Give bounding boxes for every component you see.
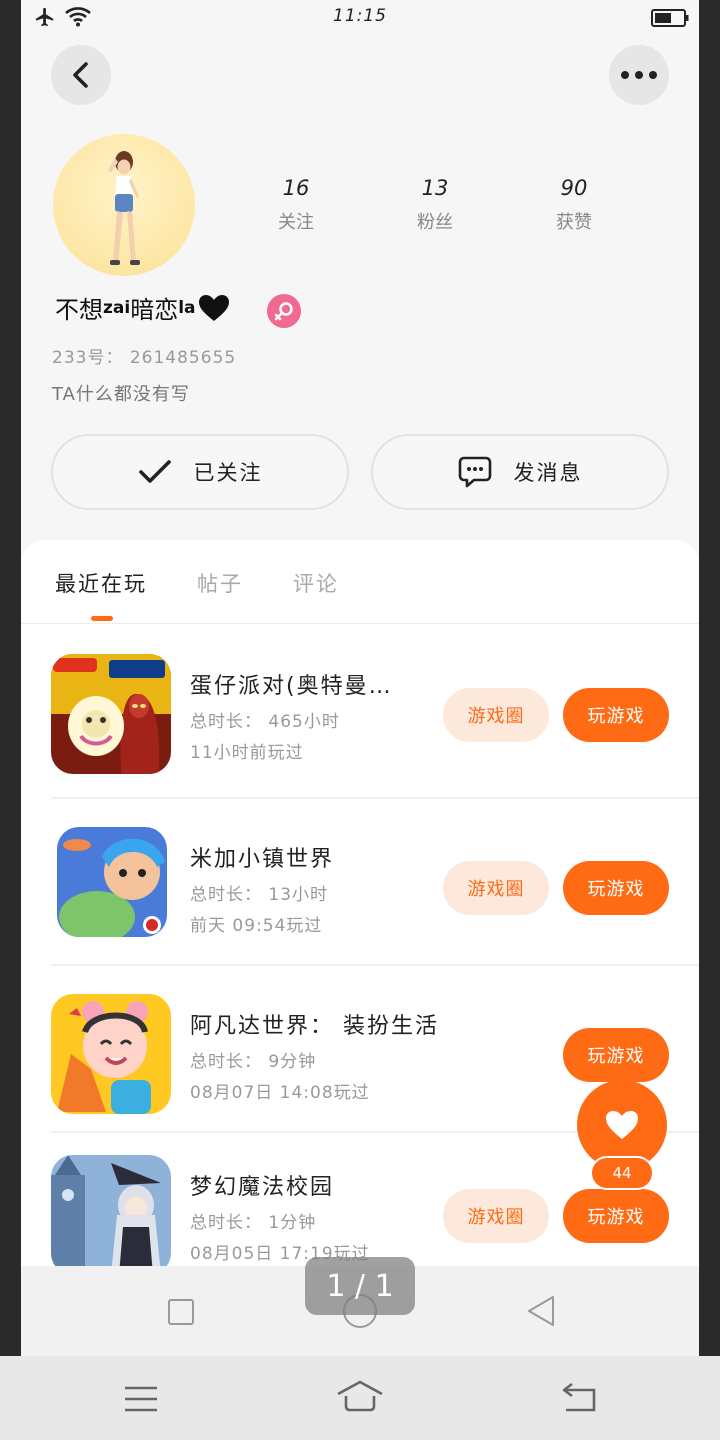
tab-indicator (91, 616, 113, 621)
stat-following-value: 16 (282, 176, 310, 200)
tab-bar: 最近在玩 帖子 评论 (55, 568, 339, 598)
female-icon (274, 302, 293, 321)
app-window: 11:15 16 关注 13 粉丝 90 获赞 不想 zai 暗恋 la 233… (21, 0, 699, 1356)
game-name: 米加小镇世界 (190, 847, 335, 872)
screen: 11:15 16 关注 13 粉丝 90 获赞 不想 zai 暗恋 la 233… (0, 0, 720, 1440)
avatar-world-art (51, 994, 171, 1114)
status-bar: 11:15 (21, 0, 699, 36)
game-duration: 总时长： 13小时 (190, 885, 329, 905)
stat-fans-label: 粉丝 (417, 212, 453, 233)
magic-school-art (51, 1155, 171, 1275)
game-name: 蛋仔派对(奥特曼… (190, 674, 393, 699)
play-game-button[interactable]: 玩游戏 (563, 1189, 669, 1243)
username: 不想 zai 暗恋 la (55, 290, 230, 325)
more-options-button[interactable] (609, 45, 669, 105)
game-name: 梦幻魔法校园 (190, 1175, 335, 1200)
game-icon-avatar-world (51, 994, 171, 1114)
battery-icon (651, 9, 689, 27)
triangle-nav-icon[interactable] (525, 1294, 557, 1328)
page-indicator: 1 / 1 (305, 1257, 415, 1315)
eggy-party-art (51, 654, 171, 774)
game-duration: 总时长： 9分钟 (190, 1052, 317, 1072)
battery-indicator (651, 9, 689, 31)
square-nav-icon[interactable] (167, 1298, 195, 1326)
game-row[interactable]: 米加小镇世界 总时长： 13小时 前天 09:54玩过 游戏圈 玩游戏 (51, 797, 699, 964)
game-last-played: 08月07日 14:08玩过 (190, 1083, 370, 1103)
back-button[interactable] (51, 45, 111, 105)
menu-nav-icon[interactable] (124, 1386, 158, 1412)
gender-badge (267, 294, 301, 328)
stat-likes[interactable]: 90 获赞 (524, 176, 624, 234)
game-icon-miga-town (57, 827, 167, 937)
game-last-played: 11小时前玩过 (190, 743, 304, 763)
game-circle-button[interactable]: 游戏圈 (443, 1189, 549, 1243)
tab-posts[interactable]: 帖子 (197, 568, 243, 598)
user-bio: TA什么都没有写 (52, 384, 190, 405)
game-row[interactable]: 蛋仔派对(奥特曼… 总时长： 465小时 11小时前玩过 游戏圈 玩游戏 (51, 624, 699, 791)
game-icon-eggy-party (51, 654, 171, 774)
stat-fans[interactable]: 13 粉丝 (385, 176, 485, 234)
miga-town-art (57, 827, 167, 937)
message-button-label: 发消息 (513, 461, 583, 485)
play-game-button[interactable]: 玩游戏 (563, 861, 669, 915)
chat-icon (458, 456, 491, 488)
system-navigation-bar (0, 1356, 720, 1440)
play-game-button[interactable]: 玩游戏 (563, 688, 669, 742)
tab-recently-played[interactable]: 最近在玩 (55, 568, 147, 598)
stat-fans-value: 13 (421, 176, 449, 200)
follow-button[interactable]: 已关注 (51, 434, 349, 510)
like-count: 44 (590, 1156, 654, 1190)
game-duration: 总时长： 465小时 (190, 712, 340, 732)
username-part1: 不想 (55, 296, 103, 324)
tab-comments[interactable]: 评论 (293, 568, 339, 598)
message-button[interactable]: 发消息 (371, 434, 669, 510)
stat-likes-value: 90 (560, 176, 588, 200)
back-arrow-icon (73, 62, 88, 88)
game-icon-dream-magic-school (51, 1155, 171, 1275)
stat-following[interactable]: 16 关注 (246, 176, 346, 234)
game-duration: 总时长： 1分钟 (190, 1213, 317, 1233)
home-nav-icon[interactable] (336, 1380, 384, 1414)
heart-icon (606, 1111, 638, 1139)
game-name: 阿凡达世界： 装扮生活 (190, 1014, 439, 1039)
game-circle-button[interactable]: 游戏圈 (443, 688, 549, 742)
return-nav-icon[interactable] (560, 1382, 598, 1414)
game-circle-button[interactable]: 游戏圈 (443, 861, 549, 915)
stat-likes-label: 获赞 (556, 212, 592, 233)
user-id: 233号： 261485655 (52, 348, 237, 368)
follow-button-label: 已关注 (193, 461, 263, 485)
more-icon (621, 71, 657, 79)
avatar[interactable] (53, 134, 195, 276)
username-sup2: la (178, 297, 196, 318)
heart-emoji-icon (198, 294, 229, 321)
stat-following-label: 关注 (278, 212, 314, 233)
game-last-played: 前天 09:54玩过 (190, 916, 323, 936)
play-game-button[interactable]: 玩游戏 (563, 1028, 669, 1082)
avatar-figure (108, 151, 140, 265)
status-time: 11:15 (333, 6, 387, 26)
check-icon (138, 460, 171, 483)
username-sup1: zai (103, 297, 131, 318)
username-part2: 暗恋 (130, 296, 179, 324)
